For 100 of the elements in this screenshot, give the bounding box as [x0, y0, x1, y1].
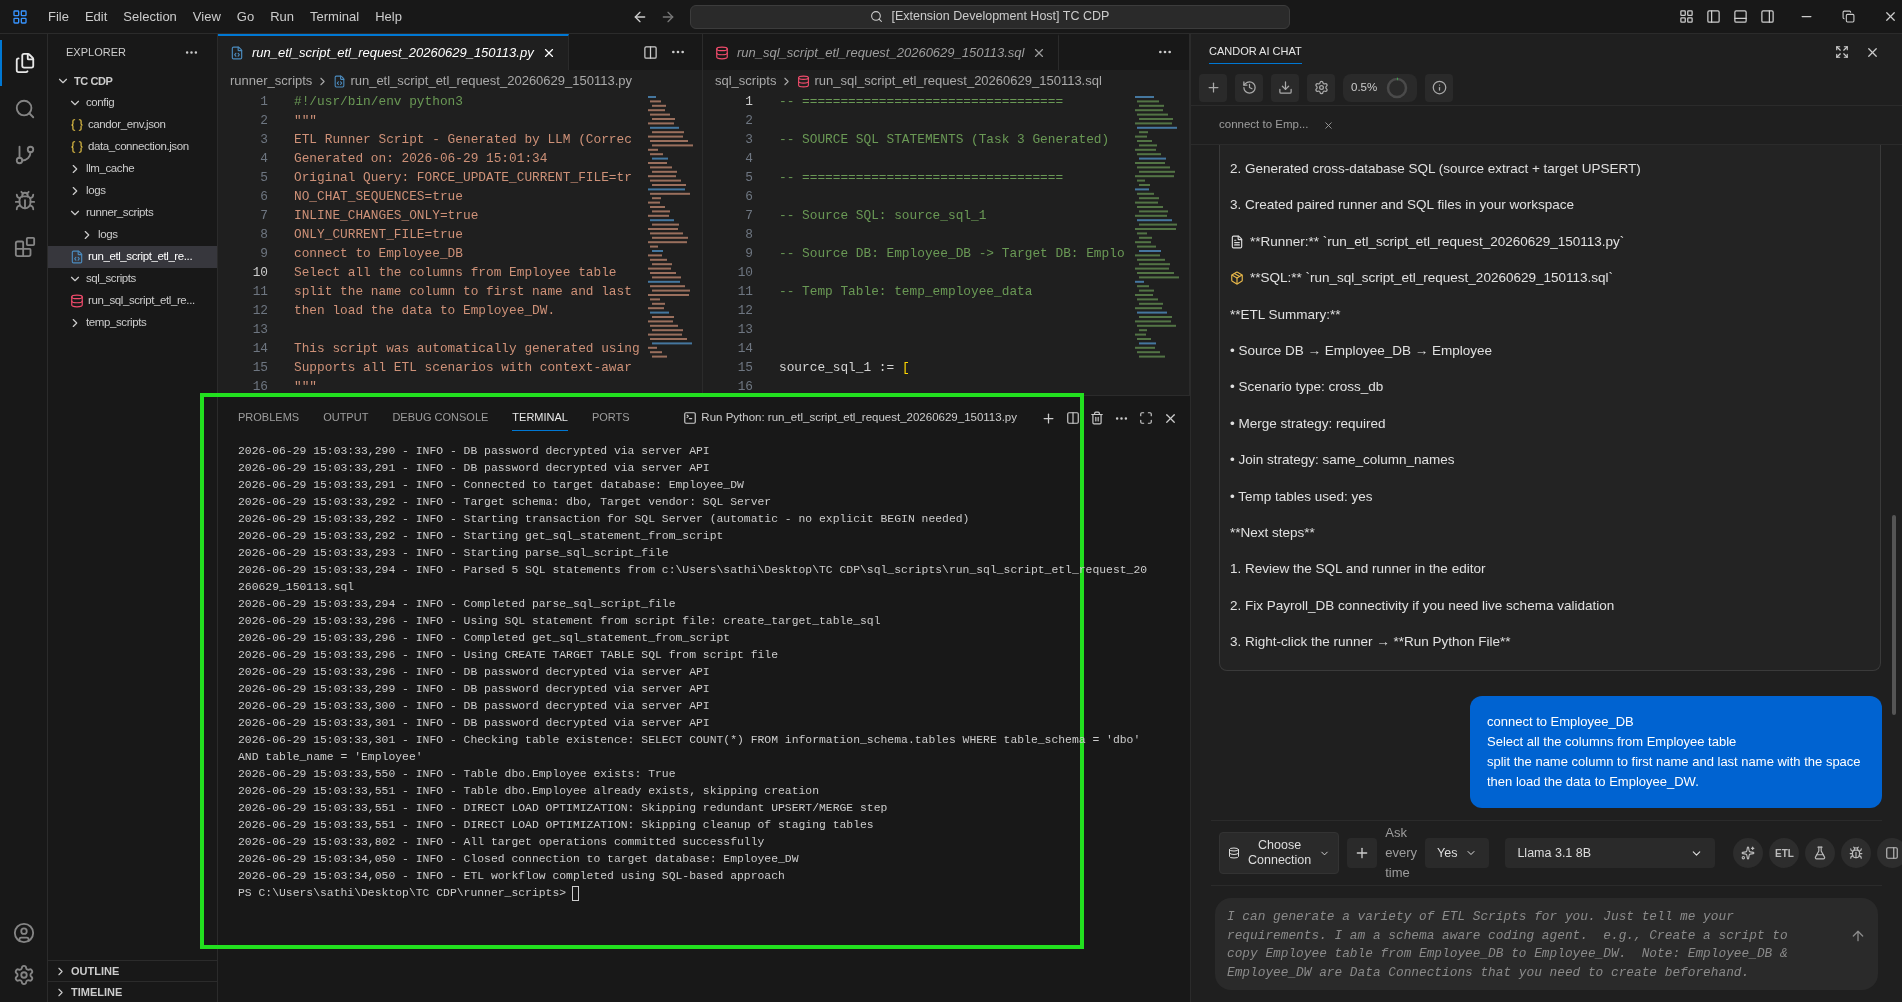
tree-item[interactable]: candor_env.json: [48, 114, 217, 136]
breadcrumb-item[interactable]: run_sql_script_etl_request_20260629_150113.sql: [814, 71, 1102, 91]
code-line: -- Temp Table: temp_employee_data: [779, 283, 1033, 301]
close-icon[interactable]: [1883, 9, 1898, 24]
panel-tab[interactable]: PORTS: [591, 405, 630, 431]
panel-button[interactable]: [1877, 838, 1902, 868]
send-icon[interactable]: [1850, 928, 1866, 944]
tree-item[interactable]: TC CDP: [48, 70, 217, 92]
command-search[interactable]: [Extension Development Host] TC CDP: [689, 4, 1290, 29]
scrollbar[interactable]: [1892, 515, 1896, 715]
plus-icon[interactable]: [1041, 410, 1056, 426]
menu-item[interactable]: Run: [262, 6, 302, 27]
terminal-line: 2026-06-29 15:03:33,301 - INFO - DB password decrypted via server API: [238, 716, 711, 731]
download-button[interactable]: [1271, 73, 1299, 102]
download-icon: [1277, 80, 1293, 95]
message-input[interactable]: I can generate a variety of ETL Scripts for you. Just tell me your requirements. I am a schema aware coding agent. e.g., Create a script to copy Employee table from Employee_DB to Employee_DW. Note: Employee_DB & Employee_DW are Data Connections that you need to create beforehand.: [1215, 898, 1878, 990]
line-number: 9: [744, 245, 753, 263]
database-icon: [797, 74, 811, 88]
panel-tab[interactable]: TERMINAL: [512, 405, 568, 431]
tree-item[interactable]: temp_scripts: [48, 312, 217, 334]
sparkle-button[interactable]: [1733, 838, 1764, 868]
breadcrumb-item[interactable]: runner_scripts: [230, 71, 313, 91]
ask-select[interactable]: Yes: [1425, 838, 1490, 868]
flask-icon: [1813, 846, 1828, 860]
tree-item[interactable]: logs: [48, 180, 217, 202]
terminal-line: 2026-06-29 15:03:33,291 - INFO - DB password decrypted via server API: [238, 461, 711, 476]
line-number: 7: [259, 207, 268, 225]
package-icon: [1230, 271, 1244, 286]
message-text: **ETL Summary:**: [1230, 305, 1341, 324]
model-select[interactable]: Llama 3.1 8B: [1505, 838, 1716, 868]
terminal-line: 2026-06-29 15:03:33,300 - INFO - DB password decrypted via server API: [238, 699, 711, 714]
terminal-line: 2026-06-29 15:03:34,050 - INFO - Closed connection to target database: Employee_DW: [238, 852, 800, 867]
sidebar-section[interactable]: OUTLINE: [48, 960, 217, 981]
tree-item[interactable]: run_etl_script_etl_re...: [48, 246, 217, 268]
terminal-line: 2026-06-29 15:03:33,296 - INFO - Using SQL statement from script file: create_target_table_sql: [238, 614, 882, 629]
usage-ring: [1385, 75, 1410, 100]
add-button[interactable]: [1347, 838, 1378, 868]
message-text: 2. Fix Payroll_DB connectivity if you need live schema validation: [1230, 596, 1615, 615]
tree-item[interactable]: data_connection.json: [48, 136, 217, 158]
tree-item[interactable]: sql_scripts: [48, 268, 217, 290]
connection-select[interactable]: Choose Connection: [1219, 832, 1340, 874]
menu-item[interactable]: Help: [367, 6, 410, 27]
panel-left-icon[interactable]: [1706, 9, 1721, 24]
terminal-line: 2026-06-29 15:03:33,291 - INFO - Connected to target database: Employee_DW: [238, 478, 745, 493]
menu-item[interactable]: Edit: [76, 6, 116, 27]
session-tab[interactable]: connect to Emp...: [1219, 116, 1309, 134]
account-icon[interactable]: [12, 922, 35, 944]
maximize-icon[interactable]: [1139, 411, 1153, 425]
panel-right-icon[interactable]: [1760, 9, 1775, 24]
history-button[interactable]: [1235, 73, 1263, 102]
search-icon[interactable]: [13, 98, 36, 120]
message-text: 3. Right-click the runner → **Run Python File**: [1230, 633, 1511, 652]
line-number: 5: [744, 169, 753, 187]
tree-item[interactable]: runner_scripts: [48, 202, 217, 224]
tree-item[interactable]: run_sql_script_etl_re...: [48, 290, 217, 312]
terminal-line: 2026-06-29 15:03:33,296 - INFO - DB password decrypted via server API: [238, 665, 711, 680]
code-line: source_sql_1 := [: [779, 359, 910, 377]
sidebar-section[interactable]: TIMELINE: [48, 981, 217, 1002]
panel-tab[interactable]: DEBUG CONSOLE: [392, 405, 489, 431]
settings-button[interactable]: [1307, 73, 1335, 102]
code-line: ONLY_CURRENT_FILE=true: [294, 226, 463, 244]
line-number: 1: [259, 93, 268, 111]
layout-icon[interactable]: [1679, 9, 1694, 24]
code-line: -- Source DB: Employee_DB -> Target DB: Emplo: [779, 245, 1125, 263]
panel-bottom-icon[interactable]: [1733, 9, 1748, 24]
expand-icon[interactable]: [1835, 45, 1849, 59]
tree-item[interactable]: logs: [48, 224, 217, 246]
etl-button[interactable]: ETL: [1769, 838, 1800, 868]
restore-icon[interactable]: [1842, 10, 1855, 23]
terminal-line: 2026-06-29 15:03:33,296 - INFO - Using CREATE TARGET TABLE SQL from script file: [238, 648, 779, 663]
settings-icon[interactable]: [12, 964, 35, 986]
tree-item[interactable]: config: [48, 92, 217, 114]
code-line: Original Query: FORCE_UPDATE_CURRENT_FILE=tr: [294, 169, 632, 187]
cursor: [572, 886, 580, 901]
flask-button[interactable]: [1805, 838, 1836, 868]
split-terminal-icon[interactable]: [1066, 411, 1080, 425]
info-button[interactable]: [1425, 73, 1454, 102]
trash-icon[interactable]: [1090, 411, 1104, 425]
panel-tab[interactable]: PROBLEMS: [238, 405, 300, 431]
breadcrumb-item[interactable]: run_etl_script_etl_request_20260629_150113.py: [350, 71, 633, 91]
files-icon[interactable]: [13, 52, 36, 74]
bug-button[interactable]: [1841, 838, 1872, 868]
panel-tab[interactable]: OUTPUT: [323, 405, 369, 431]
menu-item[interactable]: View: [184, 6, 229, 27]
blocks-icon[interactable]: [13, 236, 36, 258]
bug-icon[interactable]: [13, 190, 36, 212]
menu-item[interactable]: File: [40, 6, 77, 27]
branch-icon[interactable]: [13, 144, 36, 166]
new-chat-button[interactable]: [1199, 73, 1227, 102]
panel-title[interactable]: CANDOR AI CHAT: [1209, 40, 1302, 64]
tree-item[interactable]: llm_cache: [48, 158, 217, 180]
split-editor-icon[interactable]: [643, 44, 658, 60]
python-file-icon: [230, 46, 244, 60]
terminal-title[interactable]: Run Python: run_etl_script_etl_request_20260629_150113.py: [701, 409, 1017, 427]
breadcrumb-item[interactable]: sql_scripts: [715, 71, 777, 91]
line-number: 10: [736, 264, 753, 282]
editor-tab[interactable]: run_etl_script_etl_request_20260629_150113.py: [218, 34, 569, 70]
menu-item[interactable]: Terminal: [302, 6, 368, 27]
menu-item[interactable]: Selection: [115, 6, 185, 27]
menu-item[interactable]: Go: [228, 6, 263, 27]
